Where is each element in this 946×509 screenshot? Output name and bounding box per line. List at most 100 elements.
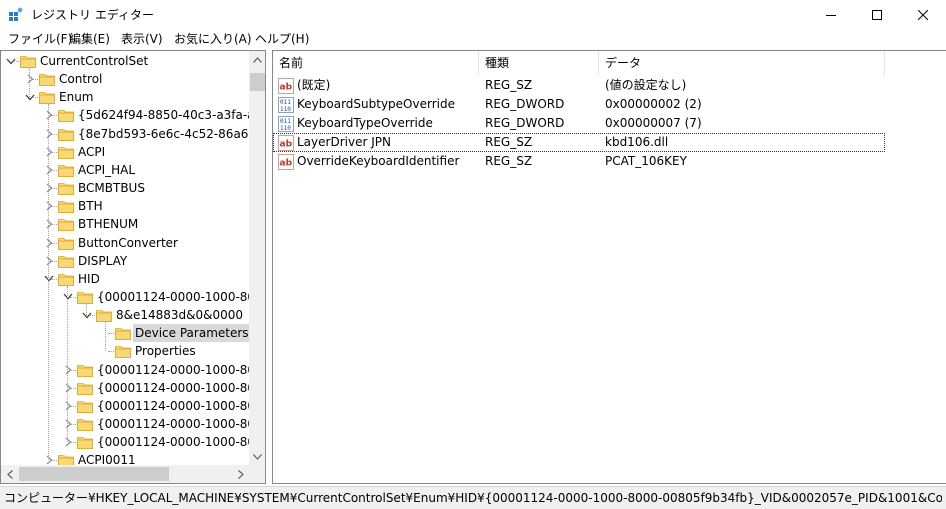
tree-guide-line [86,303,87,316]
vertical-scroll-thumb[interactable] [250,73,265,91]
folder-icon [20,54,36,68]
menu-help[interactable]: ヘルプ(H) [255,31,309,48]
folder-icon [115,344,131,359]
folder-icon [77,290,93,304]
scroll-right-arrow[interactable] [232,465,249,483]
scroll-corner [249,465,265,483]
tree-horizontal-scrollbar[interactable] [1,465,249,483]
binary-value-icon: 011 110 [278,97,294,113]
tree-item-label: Enum [59,90,94,105]
svg-text:110: 110 [280,125,291,132]
folder-icon [58,217,74,232]
value-row[interactable]: ab LayerDriver JPN REG_SZ kbd106.dll [273,133,885,152]
value-data: 0x00000002 (2) [605,97,702,111]
tree-item[interactable]: 8&e14883d&0&0000 [1,306,249,324]
folder-icon [39,72,55,87]
string-value-icon: ab [278,135,294,151]
menu-file[interactable]: ファイル(F) [8,31,72,48]
tree-item-label: BCMBTBUS [78,181,145,196]
tree-item[interactable]: DISPLAY [1,252,249,270]
svg-text:ab: ab [280,83,293,93]
column-header-type[interactable]: 種類 [479,51,599,75]
chevron-left-icon [6,469,13,479]
tree-item[interactable]: {00001124-0000-1000-8000-00 [1,397,249,415]
chevron-right-icon [237,469,244,479]
value-row[interactable]: ab OverrideKeyboardIdentifier REG_SZ PCAT_1… [273,152,885,171]
value-row[interactable]: 011 110 KeyboardSubtypeOverride REG_DWORD 0x… [273,95,885,114]
folder-icon [77,417,93,431]
scroll-left-arrow[interactable] [1,465,18,483]
tree-item[interactable]: {00001124-0000-1000-8000-00 [1,415,249,433]
value-data: (値の設定なし) [605,78,687,92]
menu-favorites[interactable]: お気に入り(A) [174,31,252,48]
tree-item[interactable]: Properties [1,342,249,360]
tree-item[interactable]: Device Parameters [1,324,249,343]
minimize-icon [826,15,836,16]
maximize-icon [872,10,882,20]
tree-item[interactable]: {00001124-0000-1000-8000-00 [1,361,249,379]
binary-value-icon: 011 110 [278,116,294,132]
folder-icon [39,90,55,105]
svg-text:011: 011 [280,99,291,106]
value-name: OverrideKeyboardIdentifier [297,154,460,168]
menu-edit[interactable]: 編集(E) [69,31,110,48]
tree-item-label: {00001124-0000-1000-8000-00 [97,435,249,450]
minimize-button[interactable] [808,0,854,30]
tree-item-label: ACPI0011 [78,453,136,465]
tree-item[interactable]: BTHENUM [1,215,249,233]
key-tree-pane[interactable]: CurrentControlSet Control Enum {5d624f94-88… [0,50,266,484]
folder-icon [77,435,93,450]
value-type: REG_SZ [485,154,533,168]
tree-guide-line [105,322,106,352]
tree-item[interactable]: Control [1,70,249,88]
column-header-data[interactable]: データ [599,51,885,75]
tree-item[interactable]: ACPI0011 [1,451,249,465]
tree-vertical-scrollbar[interactable] [249,51,265,465]
folder-icon [77,381,93,395]
tree-item-label: ACPI [78,144,106,159]
title-bar[interactable]: レジストリ エディター [0,0,946,30]
value-row[interactable]: ab (既定) REG_SZ (値の設定なし) [273,76,885,95]
value-type: REG_SZ [485,135,533,149]
folder-icon [77,363,93,377]
value-type: REG_DWORD [485,116,565,130]
scroll-up-arrow[interactable] [249,51,265,68]
horizontal-scroll-thumb[interactable] [19,467,169,481]
tree-item[interactable]: {5d624f94-8850-40c3-a3fa-a4fd20 [1,106,249,124]
tree-item-label: Control [59,72,103,87]
tree-guide-line [48,104,49,461]
value-type: REG_SZ [485,78,533,92]
folder-icon [96,308,112,322]
close-button[interactable] [900,0,946,30]
folder-icon [58,272,74,286]
tree-item[interactable]: {8e7bd593-6e6c-4c52-86a6-77175 [1,125,249,143]
tree-item-label: {00001124-0000-1000-8000-00 [97,380,249,395]
list-header: 名前 種類 データ [273,51,946,75]
tree-item[interactable]: ACPI_HAL [1,161,249,179]
tree-item[interactable]: BCMBTBUS [1,179,249,197]
tree-guide-line [29,68,30,98]
key-tree[interactable]: CurrentControlSet Control Enum {5d624f94-88… [1,51,249,465]
tree-item[interactable]: {00001124-0000-1000-8000-00 [1,288,249,306]
value-name: KeyboardSubtypeOverride [297,97,455,111]
tree-item[interactable]: BTH [1,197,249,215]
tree-item[interactable]: HID [1,270,249,288]
tree-item[interactable]: CurrentControlSet [1,52,249,70]
tree-item[interactable]: ACPI [1,143,249,161]
column-header-name[interactable]: 名前 [273,51,479,75]
svg-text:011: 011 [280,118,291,125]
value-list-pane[interactable]: 名前 種類 データ ab (既定) REG_SZ (値の設定なし) 011 110 Keyb… [272,50,946,484]
tree-item[interactable]: ButtonConverter [1,234,249,252]
svg-text:ab: ab [280,140,293,150]
folder-icon [58,145,74,159]
menu-view[interactable]: 表示(V) [121,31,163,48]
tree-item[interactable]: {00001124-0000-1000-8000-00 [1,433,249,451]
folder-icon [77,399,93,413]
tree-item[interactable]: {00001124-0000-1000-8000-00 [1,379,249,397]
tree-item[interactable]: Enum [1,88,249,106]
scroll-down-arrow[interactable] [249,448,265,465]
value-row[interactable]: 011 110 KeyboardTypeOverride REG_DWORD 0x000… [273,114,885,133]
menu-bar: ファイル(F) 編集(E) 表示(V) お気に入り(A) ヘルプ(H) [0,30,946,49]
folder-icon [58,163,74,177]
maximize-button[interactable] [854,0,900,30]
